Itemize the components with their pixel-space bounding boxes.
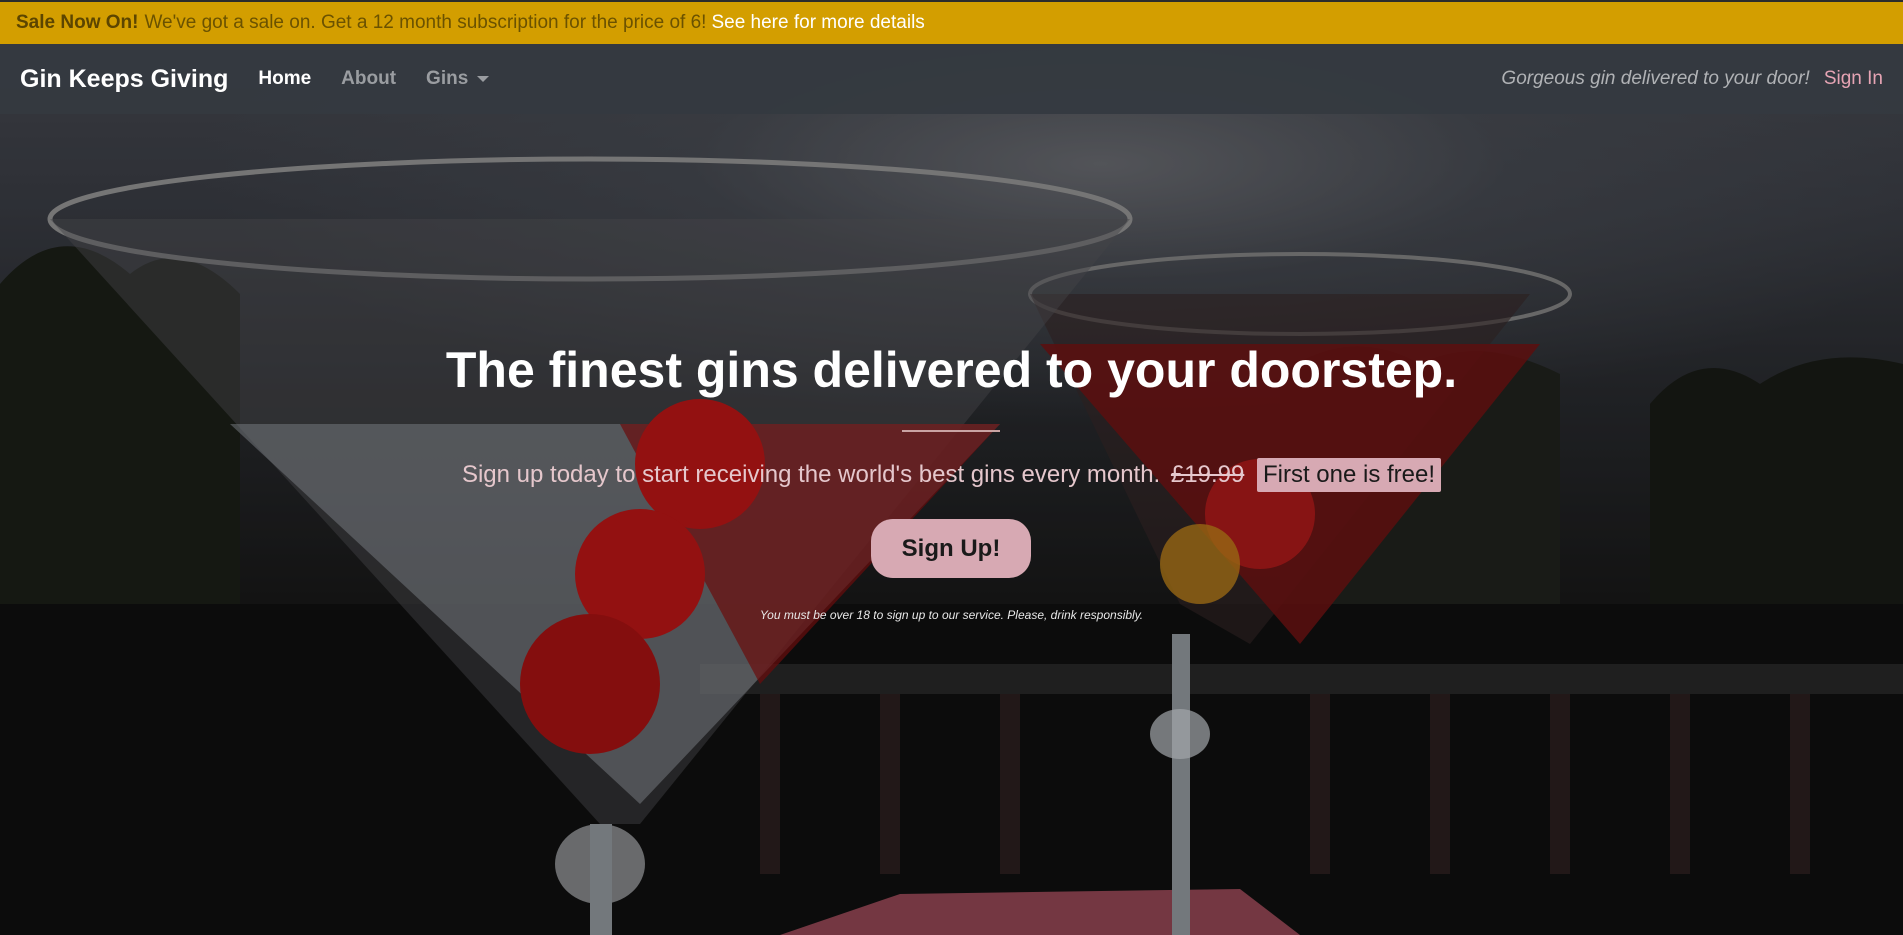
caret-down-icon: [477, 76, 490, 82]
nav-item-label: Home: [258, 68, 312, 89]
hero-subtitle: Sign up today to start receiving the wor…: [0, 458, 1903, 492]
sign-up-button[interactable]: Sign Up!: [871, 519, 1031, 578]
sale-details-link[interactable]: See here for more details: [711, 12, 924, 34]
hero-section: The finest gins delivered to your doorst…: [0, 44, 1903, 935]
old-price: £19.99: [1170, 461, 1245, 488]
age-disclaimer: You must be over 18 to sign up to our se…: [759, 608, 1144, 622]
nav-item-label: About: [341, 68, 397, 89]
hero-divider: [902, 430, 1000, 432]
sale-banner-headline: Sale Now On!: [16, 12, 139, 33]
free-offer-badge: First one is free!: [1256, 458, 1442, 492]
sale-banner-text: We've got a sale on. Get a 12 month subs…: [144, 12, 707, 33]
navbar-right: Gorgeous gin delivered to your door! Sig…: [1501, 68, 1883, 90]
nav-item-about[interactable]: About: [341, 68, 396, 90]
navbar-tagline: Gorgeous gin delivered to your door!: [1501, 68, 1810, 89]
nav-item-label: Gins: [426, 68, 469, 89]
nav-item-home[interactable]: Home: [258, 68, 311, 90]
hero-title: The finest gins delivered to your doorst…: [445, 342, 1458, 398]
sale-banner: Sale Now On! We've got a sale on. Get a …: [0, 0, 1903, 44]
main-navbar: Gin Keeps Giving Home About Gins Gorgeou…: [0, 44, 1903, 114]
brand-logo[interactable]: Gin Keeps Giving: [20, 65, 228, 94]
nav-item-gins-dropdown[interactable]: Gins: [426, 68, 490, 90]
hero-subtitle-text: Sign up today to start receiving the wor…: [461, 461, 1161, 488]
sign-in-link[interactable]: Sign In: [1824, 68, 1883, 90]
